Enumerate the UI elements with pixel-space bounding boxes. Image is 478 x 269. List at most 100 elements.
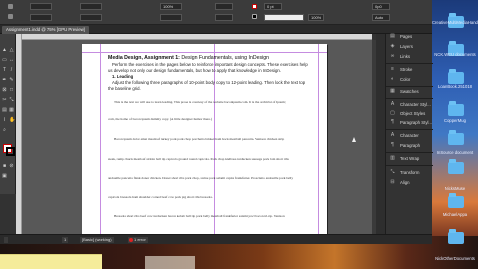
panel-paragraph[interactable]: Paragraph	[400, 143, 420, 149]
desktop-folder-label: CopperMug	[444, 118, 466, 123]
panel-layers[interactable]: Layers	[400, 44, 413, 50]
eyedropper-tool-icon[interactable]: ⌇	[2, 118, 7, 123]
panel-text-wrap[interactable]: Text Wrap	[400, 156, 419, 162]
folder-icon[interactable]	[448, 159, 464, 174]
zoom-level[interactable]	[4, 237, 8, 243]
apply-none-icon[interactable]: ⊘	[9, 164, 14, 169]
panel-object-styles[interactable]: Object Styles	[400, 111, 425, 117]
mouse-cursor-icon	[352, 137, 356, 142]
sample-text-line[interactable]: Bresaola short ribs beef cow turducken b…	[114, 214, 314, 218]
rectangle-frame-tool-icon[interactable]: ⊠	[2, 88, 7, 93]
text-wrap-icon: ▥	[390, 155, 395, 161]
preflight-status[interactable]: 1 error	[128, 237, 148, 243]
instruction-line[interactable]: the baseline grid.	[108, 86, 141, 91]
pencil-tool-icon[interactable]: ✎	[9, 78, 14, 83]
panel-dock-strip	[376, 34, 385, 234]
note-tool-icon[interactable]: ▦	[9, 108, 14, 113]
shear-field[interactable]	[215, 14, 233, 21]
reference-point-icon[interactable]	[8, 4, 13, 9]
stroke-type-dropdown[interactable]	[264, 14, 304, 21]
document-tab[interactable]: Assignment1.indd @ 75% [GPU Preview]	[2, 26, 89, 34]
page-number-field[interactable]: 1	[62, 237, 69, 243]
margin-guide	[318, 44, 319, 234]
panel-transform[interactable]: Transform	[400, 170, 419, 176]
fill-swatch-icon[interactable]	[252, 4, 257, 9]
sample-text-line[interactable]: steak, rump chuck meatloaf sirloin ball …	[108, 157, 308, 161]
zoom-tool-icon[interactable]: ⌕	[2, 128, 7, 133]
scale-y-field[interactable]	[160, 14, 182, 21]
gradient-tool-icon[interactable]: ▤	[2, 108, 7, 113]
folder-icon[interactable]	[448, 69, 464, 84]
fitting-field[interactable]: 0p0	[372, 3, 390, 10]
folder-icon[interactable]	[448, 130, 464, 145]
master-status[interactable]: [Basic] (working)	[80, 237, 114, 243]
desktop-note	[145, 256, 195, 269]
error-indicator-icon	[129, 238, 133, 242]
section-heading[interactable]: 1. Leading	[112, 74, 133, 79]
panel-pages[interactable]: Pages	[400, 34, 412, 40]
x-position-field[interactable]	[30, 3, 52, 10]
gap-tool-icon[interactable]: ↔	[9, 58, 14, 63]
panel-divider	[386, 165, 433, 166]
pen-tool-icon[interactable]: ✒	[2, 78, 7, 83]
intro-line[interactable]: us develop not only our design fundament…	[108, 68, 281, 73]
desktop-folder-label: NicksMuse	[444, 186, 466, 191]
desktop-folder-label: InSource document	[436, 150, 474, 155]
fitting-field-2[interactable]: Auto	[372, 14, 390, 21]
color-icon: ◐	[390, 76, 395, 82]
selection-tool-icon[interactable]: ▲	[2, 48, 7, 53]
width-field[interactable]	[80, 3, 102, 10]
sample-text-line[interactable]: andouille pancetta flank doner chicken. …	[108, 176, 308, 180]
panel-divider	[386, 129, 433, 130]
type-tool-icon[interactable]: T	[2, 68, 7, 73]
panel-links[interactable]: Links	[400, 54, 410, 60]
folder-icon[interactable]	[448, 229, 464, 244]
panel-divider	[386, 86, 433, 87]
hand-tool-icon[interactable]: ✋	[9, 118, 15, 123]
direct-selection-tool-icon[interactable]: △	[9, 48, 14, 53]
rectangle-tool-icon[interactable]: □	[9, 88, 14, 93]
desktop-folder-label: NCK.WEU documents	[434, 52, 476, 57]
panel-paragraph-styles[interactable]: Paragraph Styl...	[400, 120, 432, 126]
transform-icon: ⤡	[390, 169, 395, 175]
panel-stroke[interactable]: Stroke	[400, 67, 412, 73]
rotation-field[interactable]	[215, 3, 233, 10]
apply-color-icon[interactable]: ■	[2, 164, 7, 169]
line-tool-icon[interactable]: /	[9, 68, 14, 73]
sample-text-line[interactable]: com, the home of bacon ipsum dummy copy.…	[108, 117, 308, 121]
panel-align[interactable]: Align	[400, 180, 410, 186]
desktop-folder-label: MichaelAppa	[442, 212, 468, 217]
scissors-tool-icon[interactable]: ✂	[2, 98, 7, 103]
height-field[interactable]	[80, 14, 102, 21]
panel-swatches[interactable]: Swatches	[400, 89, 419, 95]
stroke-icon: ≡	[391, 66, 394, 72]
heading-bold: Media Design, Assignment 1:	[108, 55, 180, 61]
sample-text-line[interactable]: Bacon ipsum dolor amet meatloaf turkey p…	[114, 137, 314, 141]
document-heading[interactable]: Media Design, Assignment 1: Design Funda…	[108, 55, 269, 61]
y-position-field[interactable]	[30, 14, 52, 21]
folder-icon[interactable]	[448, 101, 464, 116]
page-tool-icon[interactable]: ▭	[2, 58, 7, 63]
document-tab-bar: Assignment1.indd @ 75% [GPU Preview]	[0, 25, 432, 34]
sticky-note	[0, 254, 102, 269]
sample-text-line[interactable]: This is the text we will use to learn le…	[114, 100, 314, 104]
panel-character[interactable]: Character	[400, 133, 419, 139]
stroke-swatch-icon[interactable]	[252, 14, 257, 19]
instruction-line[interactable]: Adjust the following three paragraphs of…	[112, 80, 305, 85]
stroke-weight-field[interactable]: 0 pt	[264, 3, 282, 10]
intro-line[interactable]: Perform the exercises in the pages below…	[112, 62, 308, 67]
panel-character-styles[interactable]: Character Styl...	[400, 102, 431, 108]
panel-color[interactable]: Color	[400, 77, 410, 83]
character-styles-icon: A	[390, 101, 395, 107]
character-icon: A	[390, 132, 395, 138]
paragraph-icon: ¶	[391, 142, 394, 148]
free-transform-tool-icon[interactable]: ⤡	[9, 98, 14, 103]
opacity-field[interactable]: 100%	[308, 14, 324, 21]
swatches-icon: ▦	[390, 88, 395, 94]
stroke-color-icon[interactable]	[6, 147, 15, 156]
reference-point-icon[interactable]	[8, 14, 13, 19]
screen-mode-icon[interactable]: ▣	[2, 174, 7, 179]
sample-text-line[interactable]: capicola bresaola ham shoulder corned be…	[108, 195, 308, 199]
folder-icon[interactable]	[448, 193, 464, 208]
scale-x-field[interactable]: 100%	[160, 3, 182, 10]
